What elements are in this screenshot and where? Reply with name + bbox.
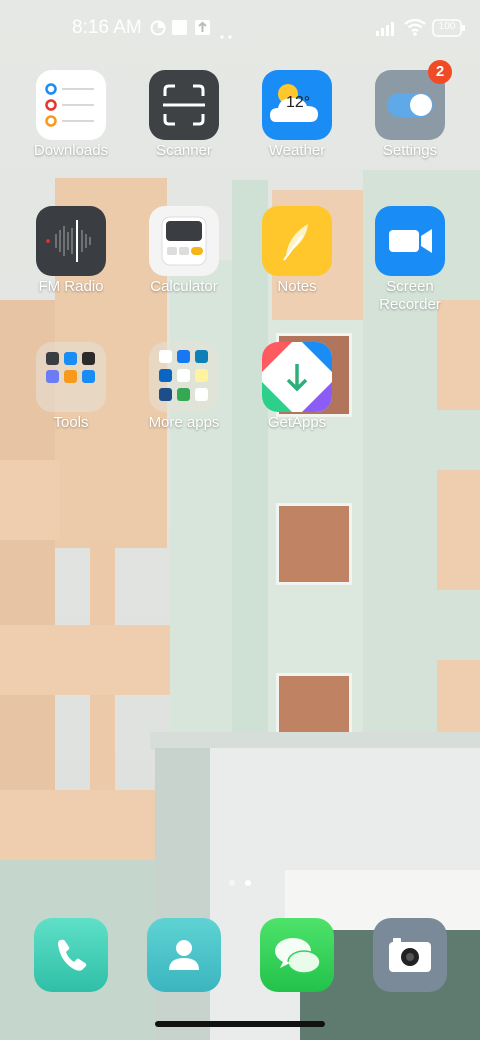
app-label: More apps: [148, 414, 220, 431]
settings-badge: 2: [428, 60, 452, 84]
app-label: Notes: [277, 278, 317, 295]
page-dot-2[interactable]: [245, 880, 251, 886]
screen-recorder-icon: [375, 206, 445, 276]
app-label: GetApps: [267, 414, 327, 431]
downloads-icon: [36, 70, 106, 140]
app-label: Calculator: [150, 278, 218, 295]
app-label: FM Radio: [38, 278, 104, 295]
app-calculator[interactable]: Calculator: [129, 206, 239, 296]
dock-messages[interactable]: [242, 918, 352, 992]
home-gesture-bar[interactable]: [155, 1021, 325, 1027]
app-label-line1: Screen: [386, 278, 434, 295]
camera-icon: [373, 918, 447, 992]
battery-level: 100: [438, 21, 456, 32]
calculator-icon: [149, 206, 219, 276]
app-label: Scanner: [156, 142, 212, 159]
wifi-icon: [404, 18, 426, 41]
weather-icon: 12°: [262, 70, 332, 140]
more-apps-folder-icon: [149, 342, 219, 412]
folder-more-apps[interactable]: More apps: [129, 342, 239, 432]
app-label: Downloads: [33, 142, 109, 159]
tools-folder-icon: [36, 342, 106, 412]
data-saver-icon: [150, 20, 166, 41]
app-screen-recorder[interactable]: Screen Recorder: [355, 206, 465, 314]
scanner-icon: [149, 70, 219, 140]
contacts-icon: [147, 918, 221, 992]
status-bar: 8:16 AM 100: [0, 0, 480, 56]
dock-phone[interactable]: [16, 918, 126, 992]
app-settings[interactable]: 2 Settings: [355, 60, 465, 160]
weather-temp: 12°: [286, 94, 311, 111]
getapps-icon: [262, 342, 332, 412]
app-label: Weather: [268, 142, 326, 159]
dock-contacts[interactable]: [129, 918, 239, 992]
app-scanner[interactable]: Scanner: [129, 70, 239, 160]
fm-radio-icon: [36, 206, 106, 276]
square-icon: [172, 20, 187, 40]
app-fm-radio[interactable]: FM Radio: [16, 206, 126, 296]
clock: 8:16 AM: [72, 17, 142, 38]
app-getapps[interactable]: GetApps: [242, 342, 352, 432]
folder-tools[interactable]: Tools: [16, 342, 126, 432]
app-label-line2: Recorder: [379, 296, 441, 313]
app-label: Tools: [53, 414, 89, 431]
dock-camera[interactable]: [355, 918, 465, 992]
signal-icon: [376, 20, 400, 41]
app-notes[interactable]: Notes: [242, 206, 352, 296]
notes-icon: [262, 206, 332, 276]
messages-icon: [260, 918, 334, 992]
more-dots-icon: [220, 26, 234, 44]
app-weather[interactable]: 12° Weather: [242, 70, 352, 160]
app-downloads[interactable]: Downloads: [16, 70, 126, 160]
app-label: Settings: [382, 142, 438, 159]
notification-icon: [195, 20, 210, 40]
page-dot-1[interactable]: [229, 880, 235, 886]
phone-icon: [34, 918, 108, 992]
